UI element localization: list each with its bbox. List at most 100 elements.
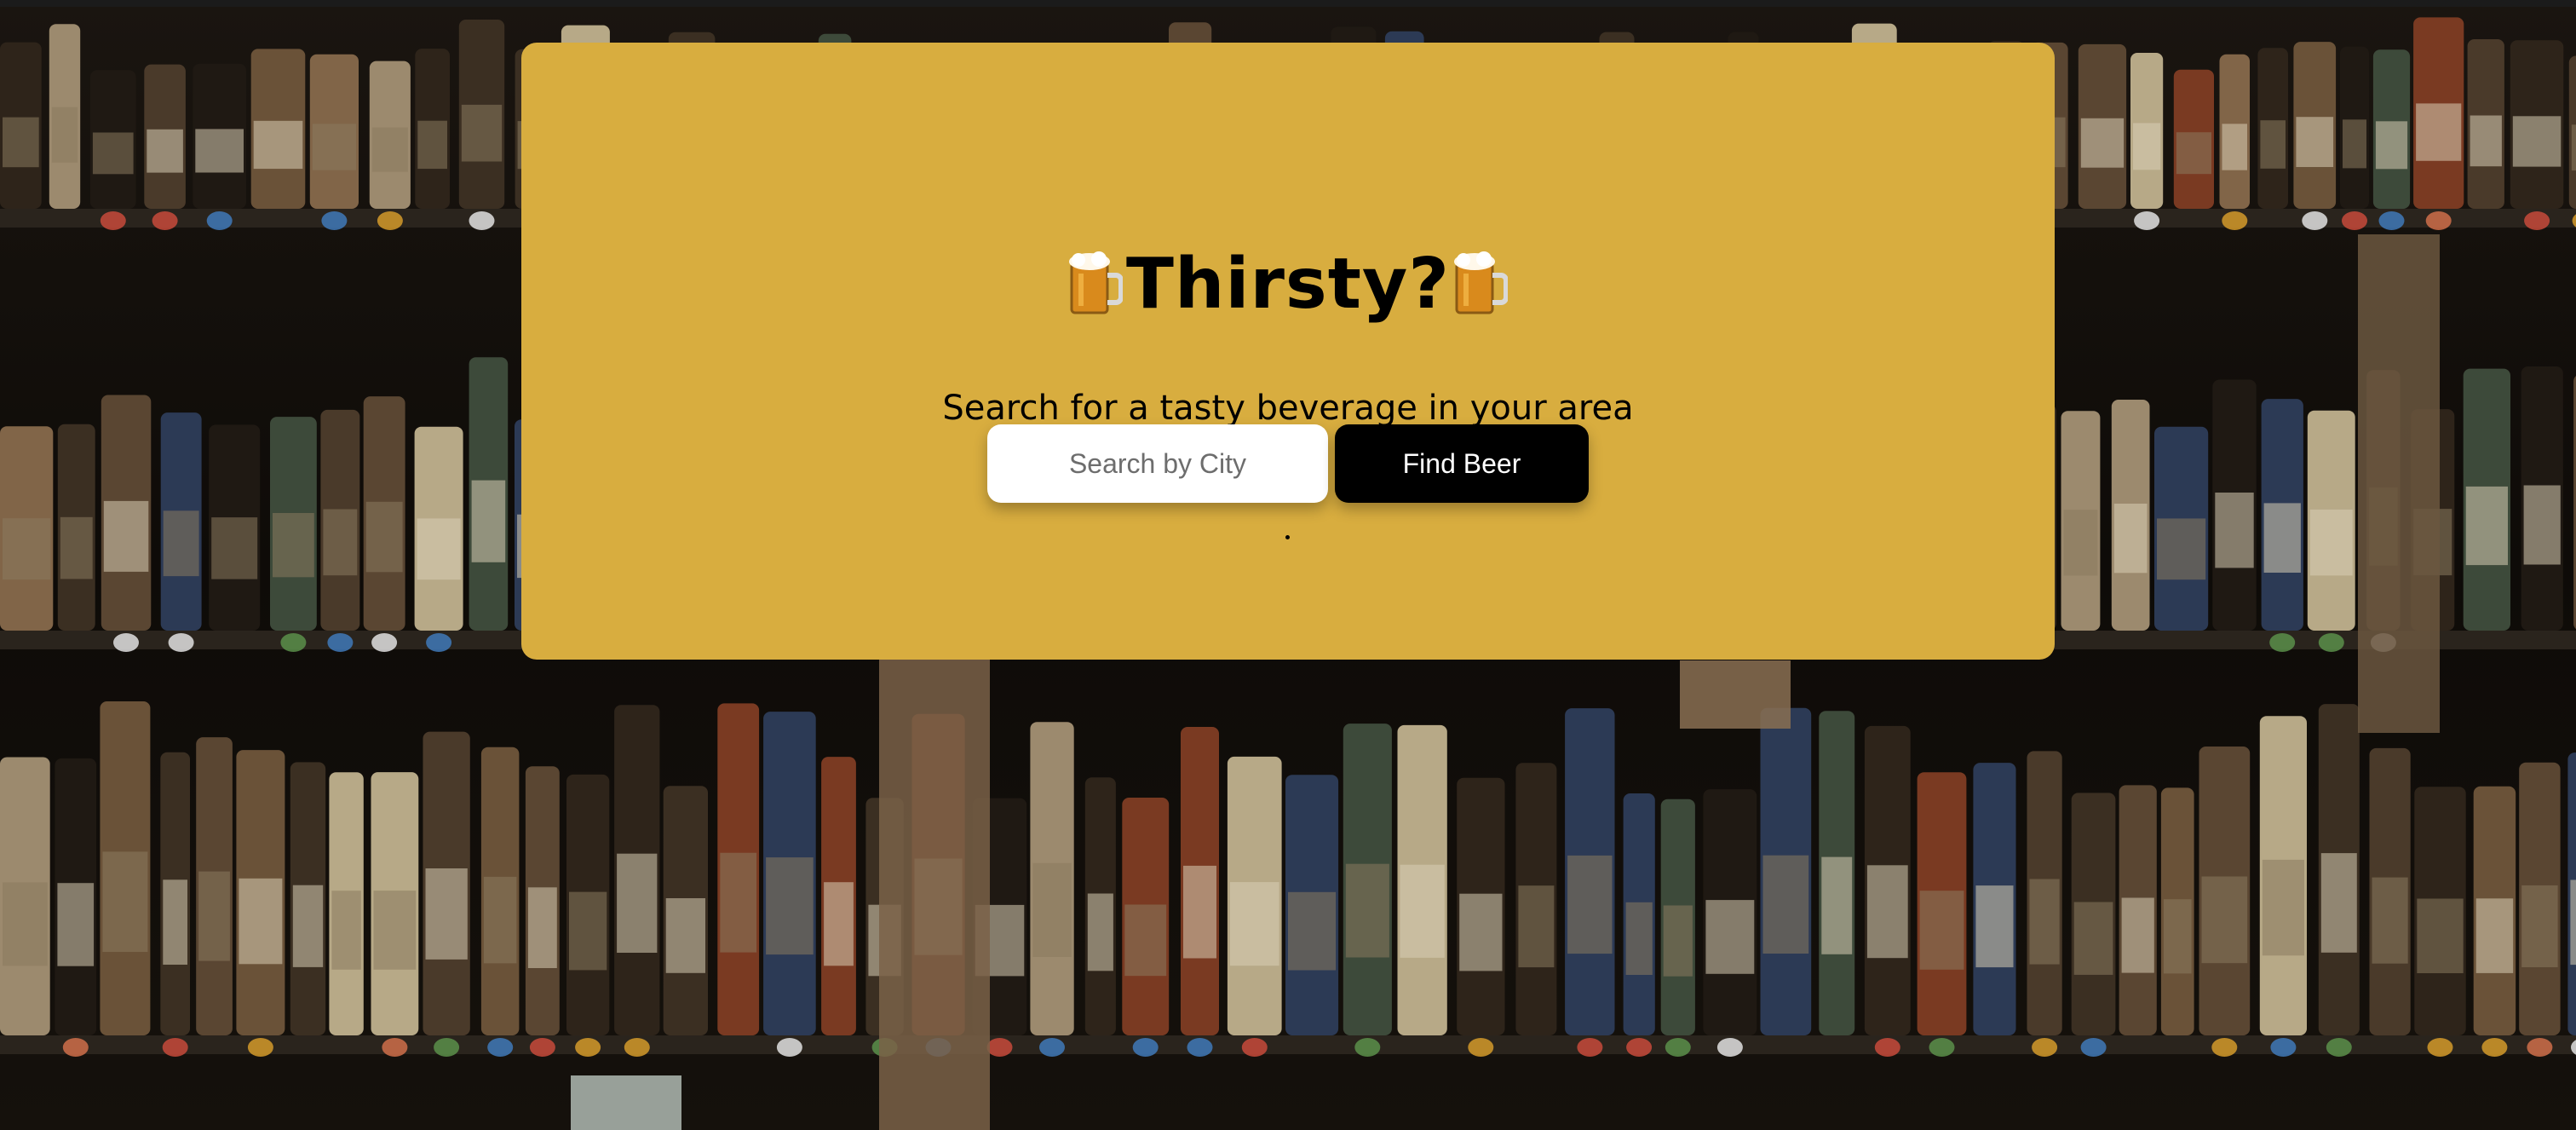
bottle-label-decoration bbox=[1183, 865, 1216, 959]
bottle-label-decoration bbox=[1124, 904, 1167, 977]
bottle-label-decoration bbox=[57, 883, 95, 966]
bottle-label-decoration bbox=[2263, 503, 2301, 573]
top-border bbox=[0, 0, 2576, 7]
bottle-label-decoration bbox=[331, 891, 361, 970]
bottle-label-decoration bbox=[1821, 856, 1853, 954]
bottle-cap-decoration bbox=[2326, 1038, 2352, 1057]
bottle-label-decoration bbox=[527, 887, 557, 968]
bottle-cap-decoration bbox=[2524, 211, 2550, 230]
bottle-label-decoration bbox=[2121, 897, 2154, 973]
bottle-label-decoration bbox=[720, 852, 757, 953]
bottle-cap-decoration bbox=[487, 1038, 514, 1057]
bottle-label-decoration bbox=[2296, 117, 2334, 167]
bottle-label-decoration bbox=[569, 891, 607, 971]
bottle-cap-decoration bbox=[2222, 211, 2248, 230]
bottle-label-decoration bbox=[163, 879, 187, 965]
bottle-cap-decoration bbox=[1354, 1038, 1381, 1057]
bottle-cap-decoration bbox=[2318, 633, 2344, 652]
bottle-label-decoration bbox=[103, 500, 149, 572]
bottle-label-decoration bbox=[1663, 905, 1693, 977]
bottle-label-decoration bbox=[2157, 518, 2206, 580]
bottle-cap-decoration bbox=[247, 1038, 273, 1057]
bottle-cap-decoration bbox=[1039, 1038, 1065, 1057]
bottle-label-decoration bbox=[3, 882, 48, 966]
bottle-label-decoration bbox=[1866, 865, 1908, 959]
bottle-label-decoration bbox=[1345, 863, 1389, 958]
bottle-label-decoration bbox=[1032, 862, 1072, 957]
bottle-label-decoration bbox=[163, 510, 199, 577]
bottle-label-decoration bbox=[1705, 900, 1755, 974]
bottle-label-decoration bbox=[2309, 509, 2353, 576]
bottle-cap-decoration bbox=[1241, 1038, 1268, 1057]
bottle-label-decoration bbox=[365, 501, 403, 573]
beer-mug-icon bbox=[1453, 251, 1509, 316]
bottle-label-decoration bbox=[2215, 493, 2254, 568]
bottle-label-decoration bbox=[617, 853, 658, 953]
bottle-label-decoration bbox=[2375, 121, 2408, 170]
bottle-label-decoration bbox=[1229, 882, 1279, 966]
bottle-label-decoration bbox=[2262, 859, 2304, 956]
bottle-cap-decoration bbox=[2527, 1038, 2553, 1057]
bottle-label-decoration bbox=[2320, 853, 2357, 953]
bottle-label-decoration bbox=[2465, 486, 2508, 566]
bottle-label-decoration bbox=[60, 516, 93, 579]
bottle-label-decoration bbox=[665, 898, 705, 973]
bottle-label-decoration bbox=[51, 107, 78, 163]
bottle-label-decoration bbox=[2063, 510, 2098, 576]
beer-mug-icon bbox=[1068, 251, 1124, 316]
bottle-label-decoration bbox=[3, 518, 51, 580]
bottle-label-decoration bbox=[211, 517, 258, 579]
bottle-cap-decoration bbox=[206, 211, 233, 230]
bottle-label-decoration bbox=[323, 509, 358, 576]
bottle-label-decoration bbox=[2523, 485, 2561, 565]
bottle-label-decoration bbox=[1919, 891, 1964, 970]
bottle-cap-decoration bbox=[2080, 1038, 2107, 1057]
bottle-label-decoration bbox=[824, 882, 854, 966]
bottle-cap-decoration bbox=[2342, 211, 2367, 230]
bottle-label-decoration bbox=[2029, 879, 2060, 965]
bottle-label-decoration bbox=[312, 124, 356, 170]
bottle-label-decoration bbox=[253, 120, 303, 170]
city-search-input[interactable] bbox=[987, 424, 1328, 503]
bottle-label-decoration bbox=[1975, 885, 2014, 968]
bottle-cap-decoration bbox=[469, 211, 495, 230]
bottle-cap-decoration bbox=[2134, 211, 2160, 230]
bottle-label-decoration bbox=[2201, 876, 2248, 964]
bottle-label-decoration bbox=[2372, 877, 2408, 964]
bottle-cap-decoration bbox=[1716, 1038, 1743, 1057]
bottle-cap-decoration bbox=[371, 633, 398, 652]
bottle-cap-decoration bbox=[382, 1038, 408, 1057]
bottle-label-decoration bbox=[198, 871, 230, 961]
bottle-label-decoration bbox=[292, 885, 324, 967]
bottle-label-decoration bbox=[1762, 855, 1809, 954]
bottle-label-decoration bbox=[417, 120, 447, 170]
bottle-cap-decoration bbox=[624, 1038, 650, 1057]
bottle-label-decoration bbox=[766, 857, 814, 955]
bottle-label-decoration bbox=[2260, 120, 2286, 169]
bottle-label-decoration bbox=[2073, 902, 2113, 975]
bottle-label-decoration bbox=[461, 104, 503, 162]
bottle-label-decoration bbox=[2113, 504, 2148, 574]
bottle-cap-decoration bbox=[2425, 211, 2452, 230]
bottle-cap-decoration bbox=[2481, 1038, 2508, 1057]
bottle-label-decoration bbox=[1400, 864, 1445, 958]
bottle-cap-decoration bbox=[152, 211, 178, 230]
bottle-cap-decoration bbox=[2211, 1038, 2238, 1057]
find-beer-button[interactable]: Find Beer bbox=[1335, 424, 1589, 503]
bottle-cap-decoration bbox=[2269, 633, 2296, 652]
bottle-cap-decoration bbox=[168, 633, 194, 652]
bottle-label-decoration bbox=[3, 117, 39, 168]
bottle-cap-decoration bbox=[113, 633, 139, 652]
bottle-cap-decoration bbox=[434, 1038, 460, 1057]
bottle-cap-decoration bbox=[280, 633, 307, 652]
bottle-label-decoration bbox=[1567, 855, 1613, 954]
bottle-label-decoration bbox=[2080, 118, 2125, 168]
bottle-label-decoration bbox=[273, 513, 314, 578]
bottle-label-decoration bbox=[471, 480, 506, 562]
bottle-cap-decoration bbox=[1577, 1038, 1603, 1057]
bottle-label-decoration bbox=[2176, 132, 2211, 175]
bottle-cap-decoration bbox=[100, 211, 126, 230]
page-title: Thirsty? bbox=[521, 237, 2055, 331]
bottle-label-decoration bbox=[2417, 898, 2464, 973]
bottle-cap-decoration bbox=[986, 1038, 1013, 1057]
